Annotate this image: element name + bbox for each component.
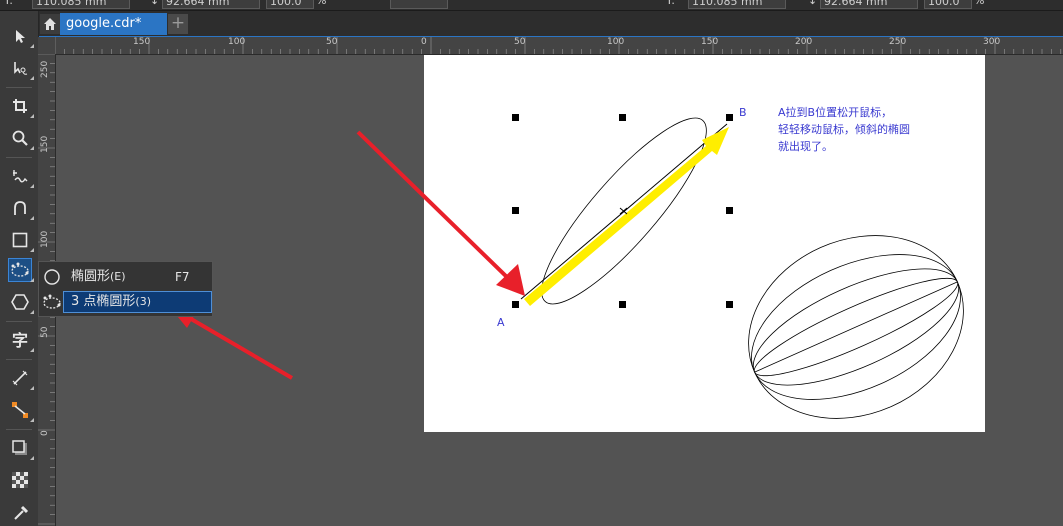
home-icon [44,18,56,30]
x-field[interactable]: 110.085 mm [32,0,130,9]
ruler-corner[interactable] [38,37,55,54]
shape-node-icon [14,62,28,75]
drop-shadow-icon [12,440,27,455]
crop-tool[interactable] [9,95,34,118]
flyout-item-hotkey: (E) [110,270,126,283]
artistic-media-tool[interactable] [9,197,34,220]
scale-field[interactable]: 100.0 [266,0,314,9]
scale-field-2[interactable]: 100.0 [924,0,972,9]
pick-tool[interactable] [9,25,34,48]
h-ruler-label: 200 [795,37,813,47]
height-icon: ↕ [150,0,160,7]
circle-icon [42,267,62,287]
zoom-tool[interactable] [9,127,34,150]
y-field[interactable]: 92.664 mm [162,0,260,9]
h-ruler-label: 300 [983,37,1001,47]
red-arrow-2 [184,314,294,380]
crop-icon [13,99,27,113]
v-ruler-label: 100 [40,230,50,248]
h-ruler-label: 150 [133,37,151,47]
freehand-tool[interactable] [9,165,34,188]
flyout-item-hotkey: (3) [135,295,151,308]
dimension-line-icon [12,370,28,386]
parallel-dimension-tool[interactable] [9,367,34,390]
curve-icon [14,201,26,215]
h-ruler-label: 150 [701,37,719,47]
three-point-ellipse-icon [42,292,62,312]
drop-shadow-tool[interactable] [9,437,34,460]
flyout-item-ellipse[interactable]: 椭圆形(E) F7 [39,265,212,289]
checkerboard-icon [12,472,28,488]
h-ruler-label: 50 [326,37,338,47]
lock-ratio-button[interactable] [390,0,448,9]
flyout-item-3-point-ellipse[interactable]: 3 点椭圆形(3) [39,290,212,314]
ellipse-tool[interactable] [8,258,34,282]
text-icon: 字 [12,331,28,349]
polygon-tool[interactable] [9,291,34,314]
ellipse-tool-flyout: 椭圆形(E) F7 3 点椭圆形(3) [38,261,213,317]
percent-label-2: % [974,0,985,7]
connector-tool[interactable] [9,399,34,422]
new-tab-button[interactable]: + [168,14,188,34]
document-tab-bar: google.cdr* + [38,11,1063,36]
y-label-2: Y: [666,0,675,7]
horizontal-ruler[interactable]: 150 100 50 0 50 100 150 200 250 300 [55,37,1063,55]
y-field-2[interactable]: 92.664 mm [820,0,918,9]
tab-google-cdr[interactable]: google.cdr* [60,13,167,35]
svg-text:字: 字 [12,331,28,349]
connector-icon [12,402,28,418]
v-ruler-label: 250 [40,60,50,78]
pointer-icon [16,30,25,43]
eyedropper-tool[interactable] [9,501,31,523]
h-ruler-label: 250 [889,37,907,47]
v-ruler-label: 0 [40,430,50,436]
toolbox: 字 [0,11,39,526]
x-label: Y: [4,0,13,7]
h-ruler-label: 100 [607,37,625,47]
hexagon-icon [11,294,29,310]
h-ruler-label: 0 [421,37,427,47]
eyedropper-icon [14,505,29,520]
flyout-item-label: 3 点椭圆形 [71,294,136,309]
h-ruler-label: 100 [228,37,246,47]
height-icon-2: ↕ [808,0,818,7]
x-field-2[interactable]: 110.085 mm [688,0,786,9]
h-ruler-label: 50 [514,37,526,47]
percent-label: % [316,0,327,7]
rectangle-icon [12,232,28,248]
text-tool[interactable]: 字 [9,329,34,352]
rectangle-tool[interactable] [9,229,34,252]
drawing-page[interactable] [424,55,985,432]
transparency-tool[interactable] [9,469,31,491]
flyout-item-shortcut: F7 [175,270,190,284]
magnifier-icon [12,130,28,146]
flyout-item-label: 椭圆形 [71,269,111,284]
v-ruler-label: 150 [40,135,50,153]
shape-tool[interactable] [9,57,34,80]
property-bar: Y: 110.085 mm ↕ 92.664 mm 100.0 % Y: 110… [0,0,1063,11]
home-tab[interactable] [40,14,60,34]
three-point-ellipse-icon [11,262,29,277]
freehand-icon [13,170,28,183]
v-ruler-label: 50 [40,326,50,338]
